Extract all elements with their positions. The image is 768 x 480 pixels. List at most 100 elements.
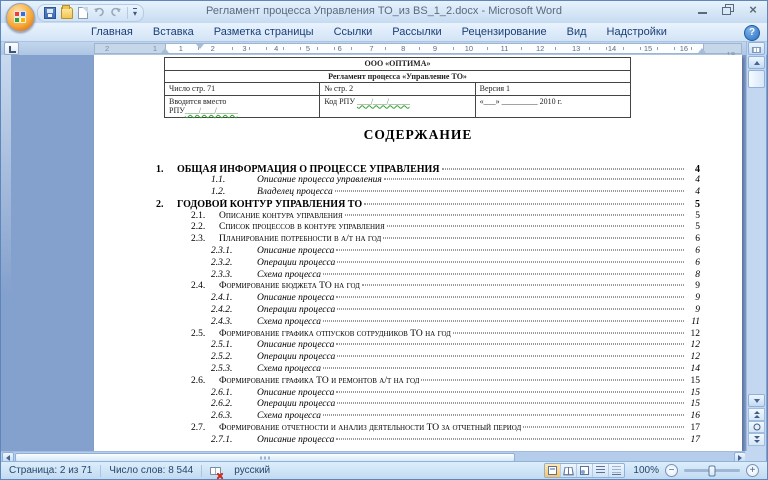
toc-dot-leader bbox=[384, 179, 684, 180]
toc-entry[interactable]: 1.2. Владелец процесса 4 bbox=[156, 187, 700, 199]
toc-dot-leader bbox=[337, 261, 684, 262]
office-button[interactable] bbox=[6, 3, 35, 32]
help-button[interactable]: ? bbox=[744, 25, 760, 41]
toc-entry[interactable]: 2.6. Формирование графика ТО и ремонтов … bbox=[156, 376, 700, 388]
toc-entry[interactable]: 2.5.3. Схема процесса 14 bbox=[156, 364, 700, 376]
toc-entry-title: Список процессов в контуре управления bbox=[219, 222, 385, 234]
toc-dot-leader bbox=[383, 238, 684, 239]
toc-entry[interactable]: 2.5. Формирование графика отпусков сотру… bbox=[156, 329, 700, 341]
toc-entry[interactable]: 2.1. Описание контура управления 5 bbox=[156, 211, 700, 223]
select-browse-object-button[interactable] bbox=[748, 421, 765, 433]
toc-entry[interactable]: 2.6.1. Описание процесса 15 bbox=[156, 388, 700, 400]
zoom-out-button[interactable]: − bbox=[665, 464, 678, 477]
ribbon-tab[interactable]: Вставка bbox=[143, 24, 204, 41]
toc-entry[interactable]: 2.6.2. Операции процесса 15 bbox=[156, 399, 700, 411]
toc-heading: СОДЕРЖАНИЕ bbox=[94, 127, 742, 143]
next-page-button[interactable] bbox=[748, 433, 765, 446]
previous-page-button[interactable] bbox=[748, 408, 765, 421]
close-button[interactable]: × bbox=[745, 4, 761, 15]
toc-entry[interactable]: 2.4. Формирование бюджета ТО на год 9 bbox=[156, 281, 700, 293]
ribbon-tab[interactable]: Ссылки bbox=[324, 24, 383, 41]
toc-entry[interactable]: 2.5.1. Описание процесса 12 bbox=[156, 340, 700, 352]
ruler-number: 14 bbox=[607, 44, 617, 53]
toc-entry-page: 16 bbox=[686, 411, 700, 423]
document-page[interactable]: ООО «ОПТИМА» Регламент процесса «Управле… bbox=[94, 55, 742, 451]
print-layout-view-button[interactable] bbox=[545, 464, 561, 477]
zoom-in-button[interactable]: + bbox=[746, 464, 759, 477]
ruler-number: 2 bbox=[210, 44, 216, 53]
ruler-number: 16 bbox=[679, 44, 689, 53]
toc-entry[interactable]: 2.2. Список процессов в контуре управлен… bbox=[156, 222, 700, 234]
ribbon-tab[interactable]: Надстройки bbox=[597, 24, 677, 41]
toc-entry[interactable]: 2.3. Планирование потребности в а/т на г… bbox=[156, 234, 700, 246]
left-indent-marker[interactable] bbox=[161, 48, 169, 53]
right-indent-marker[interactable] bbox=[698, 48, 706, 53]
vertical-scrollbar[interactable] bbox=[746, 42, 766, 463]
toc-entry[interactable]: 1.1. Описание процесса управления 4 bbox=[156, 175, 700, 187]
toc-dot-leader bbox=[323, 320, 684, 321]
toc-entry[interactable]: 2.3.2. Операции процесса 6 bbox=[156, 258, 700, 270]
document-header-table: ООО «ОПТИМА» Регламент процесса «Управле… bbox=[164, 57, 631, 118]
toc-entry[interactable]: 2.4.3. Схема процесса 11 bbox=[156, 317, 700, 329]
zoom-level[interactable]: 100% bbox=[633, 465, 659, 476]
ribbon-tab[interactable]: Вид bbox=[557, 24, 597, 41]
word-count[interactable]: Число слов: 8 544 bbox=[101, 465, 201, 476]
toc-entry[interactable]: 2.3.1. Описание процесса 6 bbox=[156, 246, 700, 258]
ribbon-tab[interactable]: Рассылки bbox=[382, 24, 451, 41]
tab-stop-selector-button[interactable] bbox=[4, 42, 19, 55]
toc-entry-number: 2.2. bbox=[191, 222, 219, 234]
toc-entry[interactable]: 2.3.3. Схема процесса 8 bbox=[156, 270, 700, 282]
draft-icon bbox=[612, 466, 621, 475]
toc-entry-number: 2.7. bbox=[191, 423, 219, 435]
ruler-toggle-button[interactable] bbox=[748, 42, 765, 55]
vertical-ruler bbox=[1, 55, 11, 295]
toc-entry-page: 14 bbox=[686, 364, 700, 376]
minimize-button[interactable] bbox=[695, 4, 711, 15]
table-of-contents: 1. ОБЩАЯ ИНФОРМАЦИЯ О ПРОЦЕССЕ УПРАВЛЕНИ… bbox=[94, 164, 742, 447]
zoom-slider[interactable] bbox=[684, 469, 740, 472]
titlebar: ▾ Регламент процесса Управления ТО_из BS… bbox=[1, 1, 767, 24]
toc-entry[interactable]: 2.7. Формирование отчетности и анализ де… bbox=[156, 423, 700, 435]
toc-entry[interactable]: 2.4.1. Описание процесса 9 bbox=[156, 293, 700, 305]
ruler-number: 5 bbox=[305, 44, 311, 53]
full-screen-reading-view-button[interactable] bbox=[561, 464, 577, 477]
ruler-number: 7 bbox=[368, 44, 374, 53]
toc-entry[interactable]: 2. ГОДОВОЙ КОНТУР УПРАВЛЕНИЯ ТО 5 bbox=[156, 199, 700, 211]
toc-entry-title: Схема процесса bbox=[257, 364, 321, 376]
restore-button[interactable] bbox=[720, 4, 736, 15]
web-layout-view-button[interactable] bbox=[577, 464, 593, 477]
header-page-number: № стр. 2 bbox=[320, 83, 475, 96]
scroll-down-button[interactable] bbox=[748, 394, 765, 407]
page-indicator[interactable]: Страница: 2 из 71 bbox=[1, 465, 100, 476]
zoom-slider-thumb[interactable] bbox=[709, 465, 716, 476]
toc-entry[interactable]: 1. ОБЩАЯ ИНФОРМАЦИЯ О ПРОЦЕССЕ УПРАВЛЕНИ… bbox=[156, 164, 700, 176]
toc-entry-number: 2.6.2. bbox=[211, 399, 257, 411]
toc-entry-page: 8 bbox=[686, 270, 700, 282]
ribbon-tab[interactable]: Разметка страницы bbox=[204, 24, 324, 41]
toc-entry-number: 2.5. bbox=[191, 329, 219, 341]
language-indicator[interactable]: русский bbox=[226, 465, 278, 476]
ribbon-tab[interactable]: Главная bbox=[81, 24, 143, 41]
proofing-errors-icon[interactable] bbox=[210, 465, 224, 477]
word-window: ▾ Регламент процесса Управления ТО_из BS… bbox=[0, 0, 768, 480]
toc-dot-leader bbox=[337, 403, 684, 404]
toc-entry-page: 5 bbox=[686, 199, 700, 211]
horizontal-ruler[interactable]: 12345678910111213141516 21 18 bbox=[94, 43, 742, 54]
toc-entry[interactable]: 2.4.2. Операции процесса 9 bbox=[156, 305, 700, 317]
toc-entry[interactable]: 2.5.2. Операции процесса 12 bbox=[156, 352, 700, 364]
toc-entry-title: Схема процесса bbox=[257, 317, 321, 329]
vertical-scroll-thumb[interactable] bbox=[748, 70, 765, 88]
ribbon-tab[interactable]: Рецензирование bbox=[452, 24, 557, 41]
toc-entry-page: 4 bbox=[686, 187, 700, 199]
scroll-up-button[interactable] bbox=[748, 56, 765, 69]
toc-entry-page: 12 bbox=[686, 352, 700, 364]
toc-entry-title: Владелец процесса bbox=[257, 187, 333, 199]
first-line-indent-marker[interactable] bbox=[196, 44, 204, 49]
spellcheck-squiggle: ____/____/______ bbox=[185, 106, 237, 115]
toc-entry[interactable]: 2.7.1. Описание процесса 17 bbox=[156, 435, 700, 447]
toc-entry[interactable]: 2.6.3. Схема процесса 16 bbox=[156, 411, 700, 423]
toc-entry-title: Формирование графика отпусков сотруднико… bbox=[219, 329, 451, 341]
outline-view-button[interactable] bbox=[593, 464, 609, 477]
toc-dot-leader bbox=[387, 226, 684, 227]
draft-view-button[interactable] bbox=[609, 464, 624, 477]
